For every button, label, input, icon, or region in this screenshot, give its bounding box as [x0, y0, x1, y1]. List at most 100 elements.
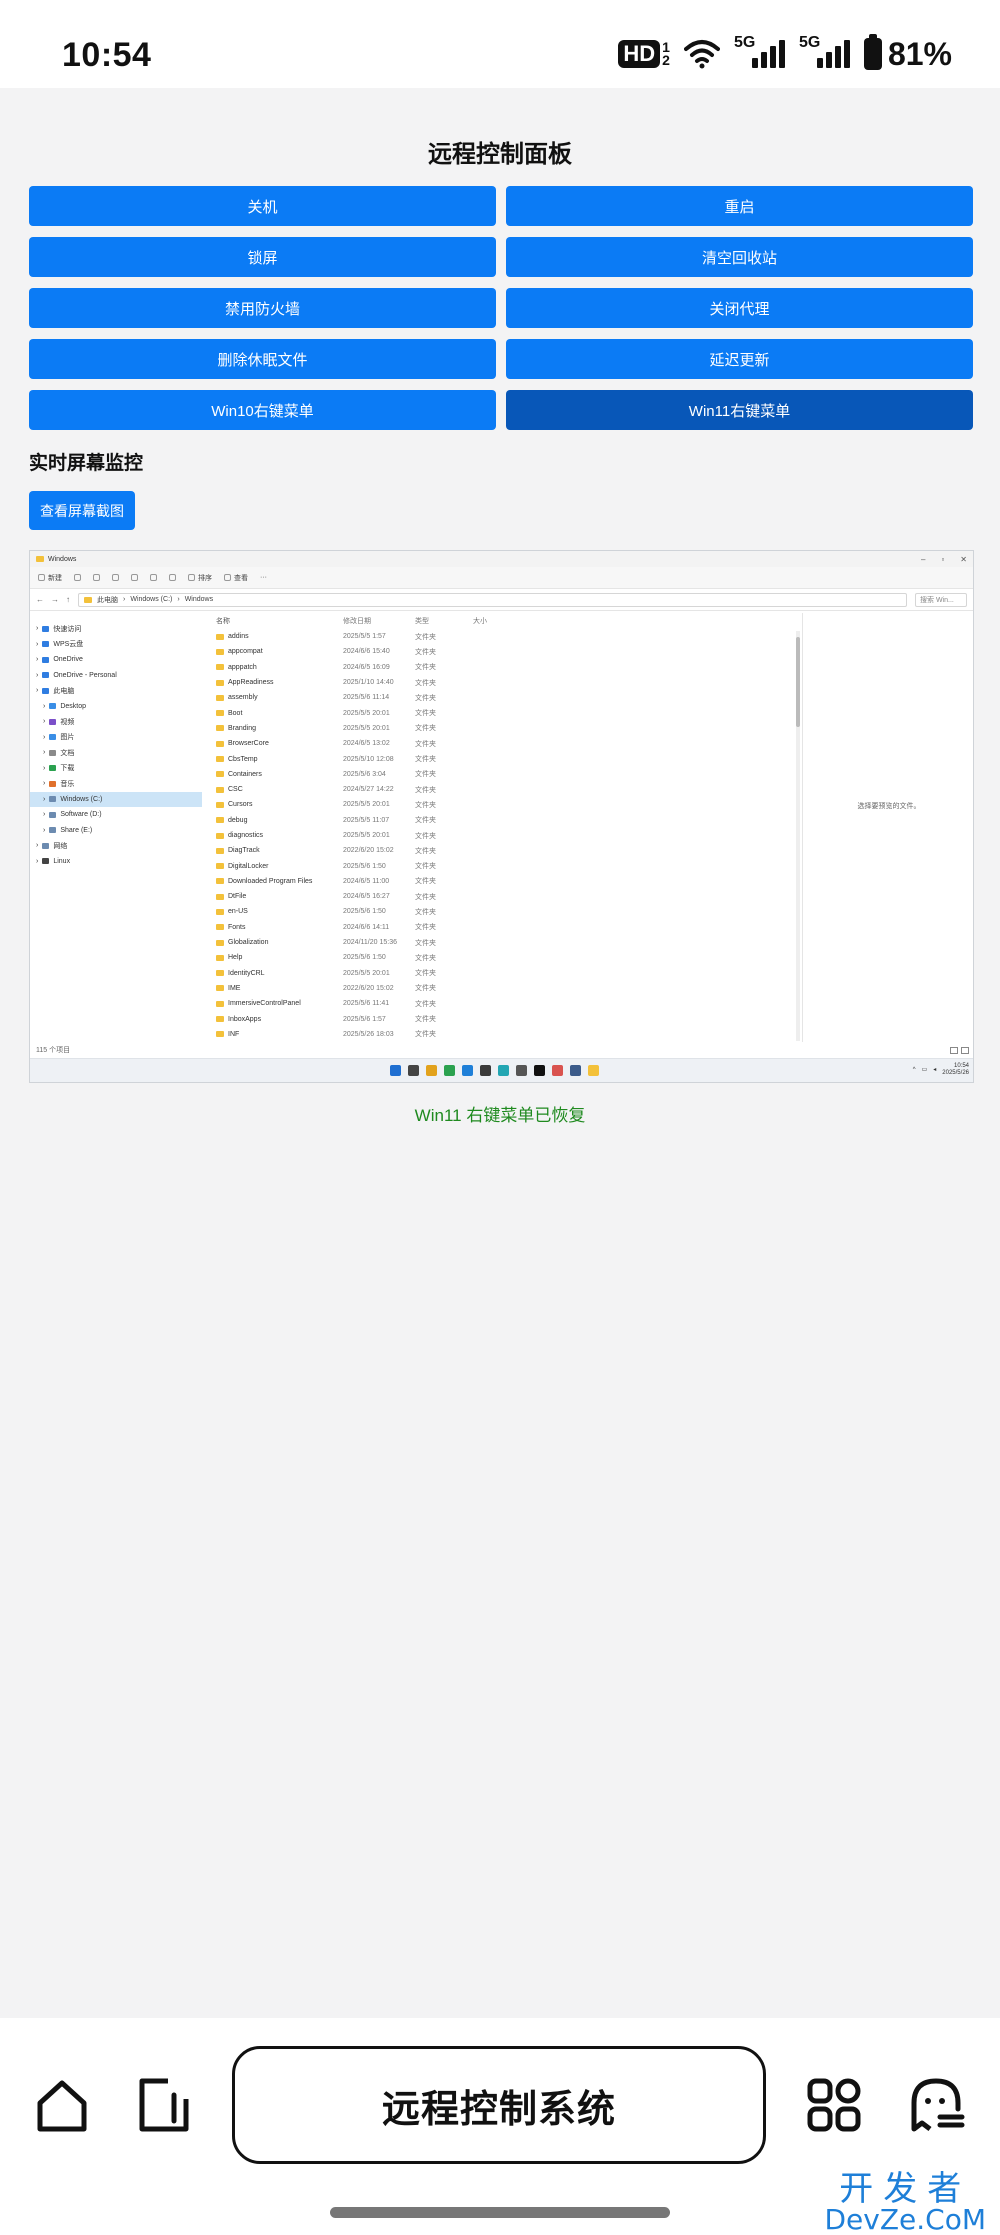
folder-icon — [216, 786, 224, 793]
taskbar-app-icon — [516, 1065, 527, 1076]
file-date: 2024/6/6 15:40 — [343, 648, 390, 656]
file-name: INF — [228, 1030, 240, 1038]
taskbar-app-icon — [552, 1065, 563, 1076]
chevron-right-icon: › — [43, 811, 46, 819]
disable-firewall-button[interactable]: 禁用防火墙 — [29, 288, 496, 328]
file-name-cell: Boot — [214, 710, 343, 717]
status-icons: HD 1 2 5G 5G 81% — [618, 34, 952, 74]
tray-chevron-icon: ^ — [912, 1066, 916, 1073]
empty-recycle-bin-button[interactable]: 清空回收站 — [506, 237, 973, 277]
folder-icon — [216, 756, 224, 763]
maximize-icon: ▫ — [941, 554, 945, 564]
shutdown-button[interactable]: 关机 — [29, 186, 496, 226]
home-icon[interactable] — [32, 2075, 92, 2135]
file-date: 2025/5/6 1:50 — [343, 908, 386, 916]
nav-item: › Windows (C:) — [30, 791, 202, 807]
file-name-cell: InboxApps — [214, 1016, 343, 1023]
chevron-right-icon: › — [43, 826, 46, 834]
file-name-cell: debug — [214, 817, 343, 824]
breadcrumb-folder: Windows — [184, 596, 214, 603]
file-name-cell: Downloaded Program Files — [214, 878, 343, 885]
file-name-cell: Fonts — [214, 924, 343, 931]
toolbar-view-label: 查看 — [234, 574, 248, 582]
tabs-icon[interactable] — [134, 2075, 194, 2135]
file-date: 2025/5/5 1:57 — [343, 633, 386, 641]
file-date: 2025/5/6 1:50 — [343, 862, 386, 870]
file-type: 文件夹 — [415, 725, 436, 733]
nav-item-label: 此电脑 — [53, 687, 75, 695]
nav-item-icon — [42, 842, 50, 849]
file-type: 文件夹 — [415, 679, 436, 687]
nav-item-label: 网络 — [53, 842, 68, 850]
file-type: 文件夹 — [415, 786, 436, 794]
ghost-menu-icon[interactable] — [906, 2075, 966, 2135]
window-controls: – ▫ ✕ — [921, 555, 967, 564]
file-date: 2024/6/5 16:27 — [343, 893, 390, 901]
file-row: CbsTemp 2025/5/10 12:08 文件夹 — [214, 751, 802, 766]
file-name-cell: Branding — [214, 725, 343, 732]
file-type: 文件夹 — [415, 1016, 436, 1024]
file-row: DigitalLocker 2025/5/6 1:50 文件夹 — [214, 858, 802, 873]
file-name-cell: apppatch — [214, 664, 343, 671]
file-type: 文件夹 — [415, 908, 436, 916]
app-title-button[interactable]: 远程控制系统 — [232, 2046, 766, 2164]
nav-item-icon — [49, 811, 57, 818]
folder-icon — [216, 954, 224, 961]
file-pane: 名称 修改日期 类型 大小 addins 2025/5/5 1:57 文件夹 appc… — [202, 613, 802, 1042]
folder-icon — [216, 1016, 224, 1023]
win11-context-menu-button[interactable]: Win11右键菜单 — [506, 390, 973, 430]
delete-hibernation-file-button[interactable]: 删除休眠文件 — [29, 339, 496, 379]
taskbar-app-icon — [462, 1065, 473, 1076]
restart-button[interactable]: 重启 — [506, 186, 973, 226]
chevron-right-icon: › — [43, 780, 46, 788]
nav-item-label: WPS云盘 — [53, 641, 84, 649]
nav-item: › WPS云盘 — [30, 637, 202, 653]
folder-icon — [216, 801, 224, 808]
file-name-cell: ImmersiveControlPanel — [214, 1000, 343, 1007]
file-name: Boot — [228, 709, 243, 717]
nav-item-icon — [49, 796, 57, 803]
control-button-grid: 关机 重启 锁屏 清空回收站 禁用防火墙 关闭代理 删除休眠文件 延迟更新 Wi… — [29, 186, 973, 430]
file-date: 2024/6/5 16:09 — [343, 663, 390, 671]
nav-item-icon — [49, 749, 57, 756]
toolbar-new-label: 新建 — [48, 574, 62, 582]
nav-item-icon — [42, 672, 50, 679]
file-type: 文件夹 — [415, 939, 436, 947]
folder-icon — [216, 832, 224, 839]
file-row: IdentityCRL 2025/5/5 20:01 文件夹 — [214, 966, 802, 981]
folder-icon — [216, 1031, 224, 1038]
home-indicator[interactable] — [330, 2207, 670, 2218]
plus-icon — [38, 574, 45, 581]
file-name-cell: IdentityCRL — [214, 970, 343, 977]
lock-screen-button[interactable]: 锁屏 — [29, 237, 496, 277]
folder-icon — [216, 893, 224, 900]
file-name: apppatch — [228, 663, 257, 671]
preview-text: 选择要预览的文件。 — [857, 803, 921, 810]
breadcrumb-root: 此电脑 — [97, 596, 118, 604]
file-date: 2024/6/6 14:11 — [343, 923, 390, 931]
file-row: en-US 2025/5/6 1:50 文件夹 — [214, 904, 802, 919]
chevron-right-icon: › — [36, 625, 39, 633]
apps-grid-icon[interactable] — [804, 2075, 864, 2135]
win10-context-menu-button[interactable]: Win10右键菜单 — [29, 390, 496, 430]
taskbar-app-icon — [444, 1065, 455, 1076]
nav-item-label: 图片 — [60, 734, 75, 742]
view-screenshot-button[interactable]: 查看屏幕截图 — [29, 491, 135, 530]
battery-body — [863, 34, 882, 70]
file-name: IdentityCRL — [228, 969, 265, 977]
folder-icon — [216, 878, 224, 885]
nav-item-label: 视频 — [60, 718, 75, 726]
hd-sub-bottom: 2 — [662, 52, 670, 68]
file-type: 文件夹 — [415, 924, 436, 932]
disable-proxy-button[interactable]: 关闭代理 — [506, 288, 973, 328]
file-date: 2025/5/6 11:14 — [343, 694, 390, 702]
folder-icon — [216, 633, 224, 640]
file-type: 文件夹 — [415, 878, 436, 886]
preview-pane: 选择要预览的文件。 — [802, 613, 973, 1042]
tray-network-icon: ▭ — [921, 1067, 928, 1074]
delay-update-button[interactable]: 延迟更新 — [506, 339, 973, 379]
file-row: Help 2025/5/6 1:50 文件夹 — [214, 950, 802, 965]
nav-item: › 音乐 — [30, 776, 202, 792]
file-row: ImmersiveControlPanel 2025/5/6 11:41 文件夹 — [214, 996, 802, 1011]
file-date: 2025/5/5 11:07 — [343, 816, 390, 824]
